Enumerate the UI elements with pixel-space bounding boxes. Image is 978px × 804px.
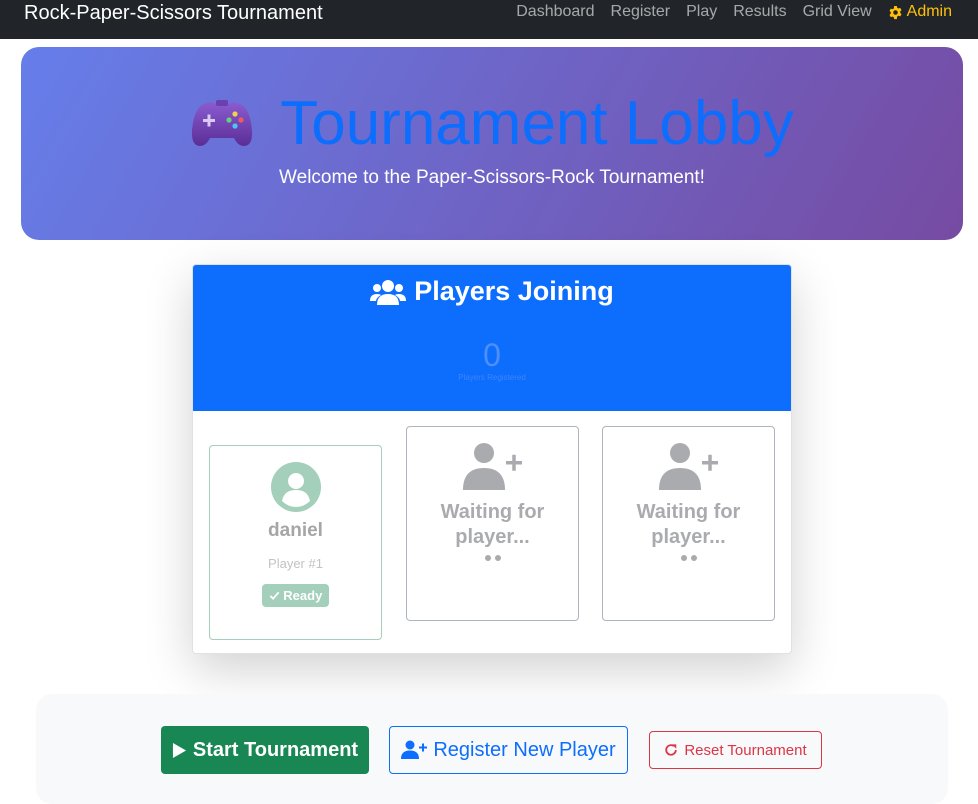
brand-link[interactable]: Rock-Paper-Scissors Tournament — [24, 1, 323, 25]
nav-link-register[interactable]: Register — [611, 2, 671, 22]
check-icon — [269, 591, 279, 601]
reset-tournament-label: Reset Tournament — [684, 741, 807, 759]
player-number: Player #1 — [268, 556, 323, 571]
nav-link-admin[interactable]: Admin — [888, 2, 952, 22]
user-plus-icon — [659, 443, 718, 490]
redo-icon — [665, 744, 678, 756]
nav-link-play[interactable]: Play — [686, 2, 717, 22]
players-title: Players Joining — [414, 276, 614, 306]
players-card: Players Joining 0 Players Registered dan… — [192, 264, 792, 654]
loading-dots — [407, 555, 578, 561]
player-slot-3: Waiting for player... — [602, 426, 775, 621]
nav-link-grid-view[interactable]: Grid View — [803, 2, 872, 22]
gamepad-icon — [192, 100, 253, 146]
loading-dots — [603, 555, 774, 561]
nav-link-results[interactable]: Results — [733, 2, 786, 22]
players-header: Players Joining 0 Players Registered — [193, 265, 791, 411]
players-title-row: Players Joining — [193, 276, 791, 307]
waiting-text: Waiting for player... — [636, 501, 741, 548]
players-count-label: Players Registered — [458, 373, 526, 382]
controls-panel: Start Tournament Register New Player Res… — [36, 694, 948, 804]
play-icon — [172, 742, 186, 758]
player-slot-1: daniel Player #1 Ready — [209, 445, 382, 640]
ready-badge: Ready — [262, 584, 329, 607]
user-plus-icon — [463, 443, 522, 490]
gear-icon — [889, 5, 902, 19]
waiting-text: Waiting for player... — [440, 501, 545, 548]
reset-tournament-button[interactable]: Reset Tournament — [649, 731, 822, 769]
ready-label: Ready — [283, 588, 323, 603]
hero-banner: Tournament Lobby Welcome to the Paper-Sc… — [21, 47, 963, 240]
player-slot-2: Waiting for player... — [406, 426, 579, 621]
register-player-button[interactable]: Register New Player — [389, 726, 628, 774]
register-player-label: Register New Player — [433, 738, 616, 761]
hero-subtitle: Welcome to the Paper-Scissors-Rock Tourn… — [279, 167, 705, 188]
top-navbar: Rock-Paper-Scissors Tournament Dashboard… — [0, 0, 978, 39]
start-tournament-label: Start Tournament — [192, 738, 359, 761]
page-title: Tournament Lobby — [280, 89, 794, 158]
users-icon — [370, 279, 407, 305]
start-tournament-button[interactable]: Start Tournament — [161, 726, 369, 774]
admin-label: Admin — [906, 3, 952, 20]
player-name: daniel — [268, 520, 323, 541]
nav-link-dashboard[interactable]: Dashboard — [516, 2, 594, 22]
user-plus-icon — [401, 740, 428, 759]
players-count: 0 — [483, 337, 501, 373]
nav-links: Dashboard Register Play Results Grid Vie… — [500, 2, 952, 22]
hero-title-row: Tournament Lobby — [21, 89, 963, 159]
user-circle-icon — [271, 462, 321, 512]
